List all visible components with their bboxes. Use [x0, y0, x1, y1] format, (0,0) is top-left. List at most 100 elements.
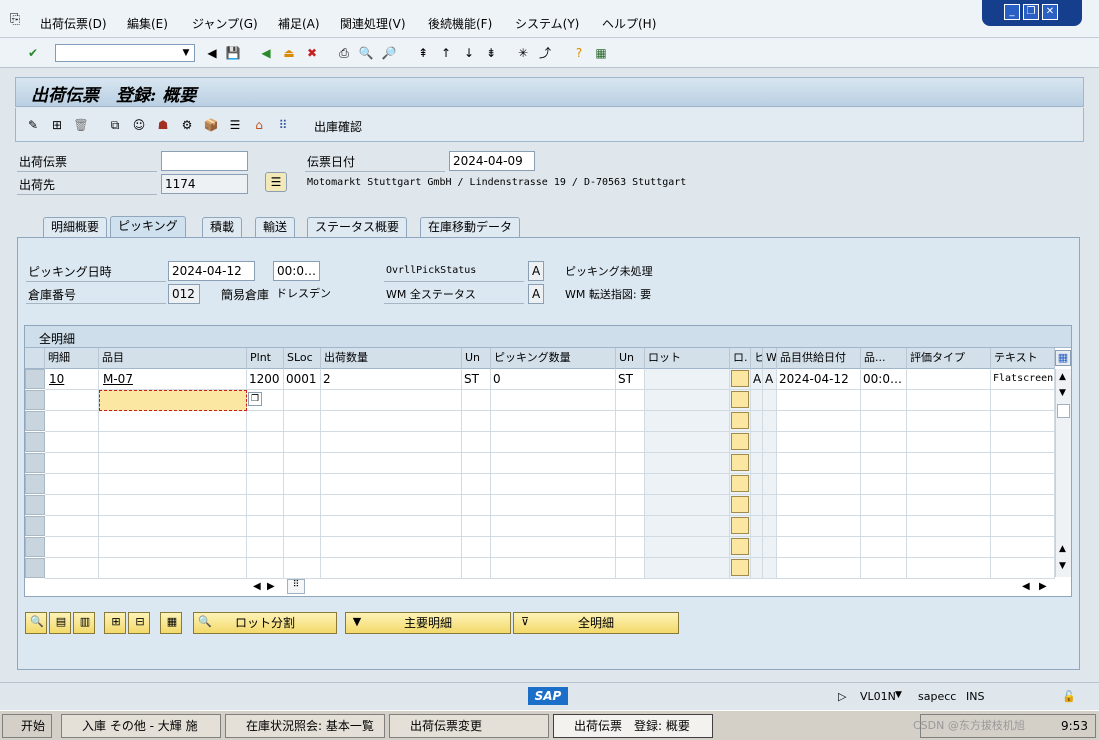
table-cell[interactable]	[730, 453, 751, 474]
batch-split-indicator[interactable]	[731, 370, 749, 387]
table-cell[interactable]: 0	[491, 369, 616, 390]
task-goods-receipt[interactable]: 入庫 その他 - 大輝 施	[61, 714, 221, 738]
table-cell[interactable]	[462, 411, 491, 432]
column-header[interactable]: テキスト	[991, 348, 1055, 369]
enter-icon[interactable]: ✔	[24, 44, 42, 62]
table-cell[interactable]	[616, 495, 645, 516]
layout-menu-icon[interactable]: ▦	[592, 44, 610, 62]
table-cell[interactable]	[45, 495, 99, 516]
column-header[interactable]: ヒ	[751, 348, 763, 369]
task-create-delivery[interactable]: 出荷伝票 登録: 概要	[553, 714, 713, 738]
row-selector[interactable]	[25, 558, 45, 578]
horizontal-scrollbar[interactable]: ◀ ▶ ⠿ ◀ ▶	[249, 578, 1071, 596]
table-cell[interactable]	[321, 537, 462, 558]
table-cell[interactable]	[99, 453, 247, 474]
menu-help[interactable]: ヘルプ(H)	[602, 15, 656, 32]
start-button[interactable]: 开始	[2, 714, 52, 738]
table-cell[interactable]	[462, 516, 491, 537]
table-cell[interactable]	[907, 516, 991, 537]
table-cell[interactable]	[991, 432, 1055, 453]
table-cell[interactable]	[247, 537, 284, 558]
table-cell[interactable]	[99, 558, 247, 579]
task-change-delivery[interactable]: 出荷伝票変更	[389, 714, 549, 738]
scroll-up-icon[interactable]: ▲	[1059, 372, 1066, 382]
batch-split-indicator[interactable]	[731, 559, 749, 576]
table-cell[interactable]	[491, 432, 616, 453]
table-cell[interactable]	[462, 537, 491, 558]
address-detail-icon[interactable]: ☰	[265, 172, 287, 192]
table-cell[interactable]	[751, 390, 763, 411]
table-cell[interactable]	[491, 453, 616, 474]
scroll-thumb-h[interactable]: ⠿	[287, 579, 305, 594]
main-items-button[interactable]: ▼ 主要明細	[345, 612, 511, 634]
table-cell[interactable]	[645, 369, 730, 390]
menu-subsequent[interactable]: 後続機能(F)	[428, 15, 492, 32]
table-cell[interactable]	[991, 411, 1055, 432]
table-cell[interactable]	[284, 537, 321, 558]
close-icon[interactable]: ✕	[1042, 4, 1058, 20]
batch-split-indicator[interactable]	[731, 433, 749, 450]
table-cell[interactable]	[491, 558, 616, 579]
table-cell[interactable]	[284, 453, 321, 474]
table-cell[interactable]	[861, 453, 907, 474]
table-cell[interactable]	[777, 495, 861, 516]
column-header[interactable]: Un	[616, 348, 645, 369]
back-arrow-icon[interactable]: ◀	[203, 44, 221, 62]
menu-extras[interactable]: 補足(A)	[278, 15, 320, 32]
table-cell[interactable]	[777, 516, 861, 537]
table-cell[interactable]	[991, 453, 1055, 474]
table-cell[interactable]	[861, 390, 907, 411]
table-cell[interactable]	[907, 432, 991, 453]
table-cell[interactable]: A	[751, 369, 763, 390]
table-cell[interactable]	[645, 558, 730, 579]
table-cell[interactable]	[730, 369, 751, 390]
table-cell[interactable]	[491, 474, 616, 495]
other-delivery-icon[interactable]: ⊞	[48, 116, 66, 134]
batch-split-indicator[interactable]	[731, 517, 749, 534]
help-icon[interactable]: ?	[570, 44, 588, 62]
cancel-icon[interactable]: ✖	[303, 44, 321, 62]
table-cell[interactable]	[777, 390, 861, 411]
table-cell[interactable]	[763, 474, 777, 495]
table-cell[interactable]	[991, 474, 1055, 495]
table-cell[interactable]: 10	[45, 369, 99, 390]
picking-date-field[interactable]: 2024-04-12	[168, 261, 255, 281]
shipto-field[interactable]: 1174	[161, 174, 248, 194]
table-cell[interactable]: 0001	[284, 369, 321, 390]
table-cell[interactable]	[645, 453, 730, 474]
tab-status-overview[interactable]: ステータス概要	[307, 217, 408, 237]
table-cell[interactable]	[45, 537, 99, 558]
tab-goods-movement[interactable]: 在庫移動データ	[420, 217, 521, 237]
table-cell[interactable]	[777, 411, 861, 432]
table-cell[interactable]	[861, 516, 907, 537]
first-page-icon[interactable]: ⇞	[414, 44, 432, 62]
table-cell[interactable]	[777, 558, 861, 579]
table-cell[interactable]	[907, 390, 991, 411]
table-cell[interactable]	[284, 516, 321, 537]
table-cell[interactable]	[247, 411, 284, 432]
table-cell[interactable]	[462, 474, 491, 495]
table-cell[interactable]	[645, 516, 730, 537]
table-cell[interactable]	[491, 495, 616, 516]
table-cell[interactable]	[730, 411, 751, 432]
table-cell[interactable]	[991, 537, 1055, 558]
table-cell[interactable]	[751, 495, 763, 516]
table-cell[interactable]	[907, 537, 991, 558]
material-input-cell[interactable]	[99, 390, 247, 411]
lock-icon[interactable]: 🔓	[1062, 690, 1076, 703]
table-cell[interactable]	[247, 516, 284, 537]
column-header[interactable]: ロ.	[730, 348, 751, 369]
column-header[interactable]: 品目	[99, 348, 247, 369]
scroll-page-down-icon[interactable]: ▼	[1059, 561, 1066, 571]
batch-split-indicator[interactable]	[731, 496, 749, 513]
table-cell[interactable]	[907, 369, 991, 390]
table-cell[interactable]	[491, 537, 616, 558]
select-all-button[interactable]: ▤	[49, 612, 71, 634]
package-icon[interactable]: 📦	[202, 116, 220, 134]
table-cell[interactable]	[321, 558, 462, 579]
table-cell[interactable]: 00:0…	[861, 369, 907, 390]
column-header[interactable]: Un	[462, 348, 491, 369]
table-cell[interactable]	[321, 474, 462, 495]
table-cell[interactable]	[321, 453, 462, 474]
table-cell[interactable]	[616, 558, 645, 579]
